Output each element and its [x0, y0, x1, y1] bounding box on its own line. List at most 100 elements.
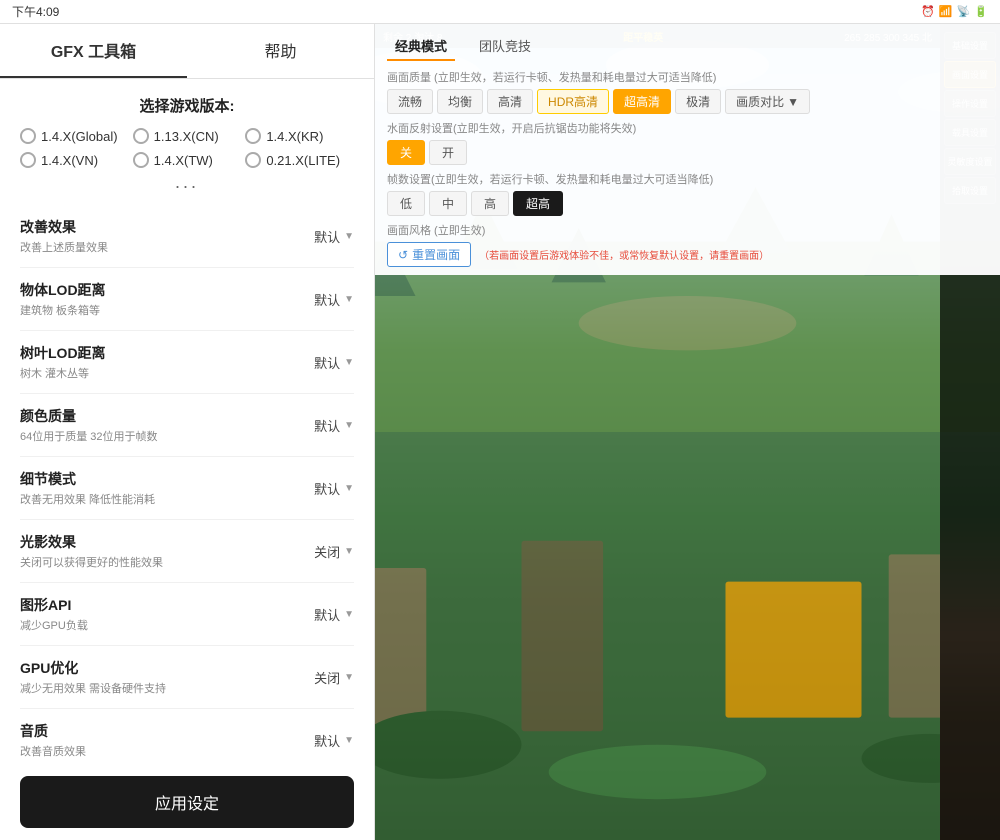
radio-kr: [245, 128, 261, 144]
setting-desc-audio: 改善音质效果: [20, 743, 314, 759]
settings-list: 改善效果 改善上述质量效果 默认 ▼ 物体LOD距离 建筑物 板条箱等 默认 ▼: [0, 205, 374, 764]
alarm-icon: ⏰: [921, 5, 935, 18]
version-option-3[interactable]: 1.4.X(VN): [20, 152, 129, 168]
setting-item-audio: 音质 改善音质效果 默认 ▼: [20, 709, 354, 764]
version-option-0[interactable]: 1.4.X(Global): [20, 128, 129, 144]
setting-value-graphics-api: 默认: [314, 605, 340, 624]
quality-btn-smooth[interactable]: 流畅: [387, 89, 433, 114]
dropdown-arrow-lod-object: ▼: [344, 294, 354, 305]
radio-tw: [133, 152, 149, 168]
version-option-1[interactable]: 1.13.X(CN): [133, 128, 242, 144]
setting-item-color-quality: 颜色质量 64位用于质量 32位用于帧数 默认 ▼: [20, 394, 354, 457]
setting-control-shadow[interactable]: 关闭 ▼: [314, 542, 354, 561]
quality-btn-extreme[interactable]: 极清: [675, 89, 721, 114]
setting-control-gpu-optimize[interactable]: 关闭 ▼: [314, 668, 354, 687]
reset-screen-button[interactable]: ↺ 重置画面: [387, 242, 471, 267]
setting-info-lod-leaf: 树叶LOD距离 树木 灌木丛等: [20, 343, 314, 381]
setting-item-detail-mode: 细节模式 改善无用效果 降低性能消耗 默认 ▼: [20, 457, 354, 520]
water-toggle-off[interactable]: 关: [387, 140, 425, 165]
version-title: 选择游戏版本:: [20, 95, 354, 116]
fps-btn-mid[interactable]: 中: [429, 191, 467, 216]
water-reflection-section: 水面反射设置(立即生效，开启后抗锯齿功能将失效) 关 开: [387, 120, 988, 165]
version-dots: ...: [20, 168, 354, 197]
setting-control-lod-leaf[interactable]: 默认 ▼: [314, 353, 354, 372]
version-option-2[interactable]: 1.4.X(KR): [245, 128, 354, 144]
water-label: 水面反射设置(立即生效，开启后抗锯齿功能将失效): [387, 120, 988, 136]
game-bottom-background: [375, 432, 940, 840]
version-label-5: 0.21.X(LITE): [266, 153, 340, 168]
tab-gfx-toolbox[interactable]: GFX 工具箱: [0, 24, 187, 78]
setting-desc-detail-mode: 改善无用效果 降低性能消耗: [20, 491, 314, 507]
setting-name-graphics-api: 图形API: [20, 595, 314, 615]
setting-info-shadow: 光影效果 关闭可以获得更好的性能效果: [20, 532, 314, 570]
setting-value-improve: 默认: [314, 227, 340, 246]
setting-control-detail-mode[interactable]: 默认 ▼: [314, 479, 354, 498]
setting-name-gpu-optimize: GPU优化: [20, 658, 314, 678]
apply-btn-wrapper: 应用设定: [0, 764, 374, 840]
quality-buttons: 流畅 均衡 高清 HDR高清 超高清 极清 画质对比 ▼: [387, 89, 988, 114]
mode-tab-classic[interactable]: 经典模式: [387, 32, 455, 61]
quality-btn-hd[interactable]: 高清: [487, 89, 533, 114]
setting-name-detail-mode: 细节模式: [20, 469, 314, 489]
apply-settings-button[interactable]: 应用设定: [20, 776, 354, 828]
quality-btn-compare[interactable]: 画质对比 ▼: [725, 89, 810, 114]
setting-desc-shadow: 关闭可以获得更好的性能效果: [20, 554, 314, 570]
version-option-4[interactable]: 1.4.X(TW): [133, 152, 242, 168]
gfx-overlay: 经典模式 团队竞技 画面质量 (立即生效，若运行卡顿、发热量和耗电量过大可适当降…: [375, 24, 1000, 275]
dropdown-arrow-improve: ▼: [344, 231, 354, 242]
radio-lite: [245, 152, 261, 168]
status-icons: ⏰ 📶 📡 🔋: [921, 5, 988, 18]
setting-control-graphics-api[interactable]: 默认 ▼: [314, 605, 354, 624]
version-label-2: 1.4.X(KR): [266, 129, 323, 144]
reset-row: ↺ 重置画面 （若画面设置后游戏体验不佳，或常恢复默认设置，请重置画面）: [387, 242, 988, 267]
fps-btn-low[interactable]: 低: [387, 191, 425, 216]
left-panel: GFX 工具箱 帮助 选择游戏版本: 1.4.X(Global) 1.13.X(…: [0, 24, 375, 840]
setting-name-improve: 改善效果: [20, 217, 314, 237]
style-section: 画面风格 (立即生效): [387, 222, 988, 238]
setting-control-audio[interactable]: 默认 ▼: [314, 731, 354, 750]
setting-control-improve[interactable]: 默认 ▼: [314, 227, 354, 246]
setting-item-improve: 改善效果 改善上述质量效果 默认 ▼: [20, 205, 354, 268]
setting-value-lod-leaf: 默认: [314, 353, 340, 372]
tab-help[interactable]: 帮助: [187, 24, 374, 78]
status-time: 下午4:09: [12, 3, 59, 20]
mode-tabs: 经典模式 团队竞技: [387, 32, 988, 61]
version-label-1: 1.13.X(CN): [154, 129, 219, 144]
water-toggle-on[interactable]: 开: [429, 140, 467, 165]
setting-info-gpu-optimize: GPU优化 减少无用效果 需设备硬件支持: [20, 658, 314, 696]
setting-info-lod-object: 物体LOD距离 建筑物 板条箱等: [20, 280, 314, 318]
radio-vn: [20, 152, 36, 168]
quality-btn-ultra[interactable]: 超高清: [613, 89, 671, 114]
setting-control-lod-object[interactable]: 默认 ▼: [314, 290, 354, 309]
setting-name-color-quality: 颜色质量: [20, 406, 314, 426]
setting-item-shadow: 光影效果 关闭可以获得更好的性能效果 关闭 ▼: [20, 520, 354, 583]
setting-control-color-quality[interactable]: 默认 ▼: [314, 416, 354, 435]
setting-desc-color-quality: 64位用于质量 32位用于帧数: [20, 428, 314, 444]
setting-item-lod-leaf: 树叶LOD距离 树木 灌木丛等 默认 ▼: [20, 331, 354, 394]
setting-item-lod-object: 物体LOD距离 建筑物 板条箱等 默认 ▼: [20, 268, 354, 331]
quality-btn-hdr[interactable]: HDR高清: [537, 89, 609, 114]
compare-dropdown-icon: ▼: [787, 95, 799, 109]
wifi-icon: 📡: [957, 5, 971, 18]
setting-name-shadow: 光影效果: [20, 532, 314, 552]
dropdown-arrow-graphics-api: ▼: [344, 609, 354, 620]
setting-item-graphics-api: 图形API 减少GPU负载 默认 ▼: [20, 583, 354, 646]
right-panel: 经典模式 团队竞技 画面质量 (立即生效，若运行卡顿、发热量和耗电量过大可适当降…: [375, 24, 1000, 840]
dropdown-arrow-audio: ▼: [344, 735, 354, 746]
setting-info-audio: 音质 改善音质效果: [20, 721, 314, 759]
version-label-3: 1.4.X(VN): [41, 153, 98, 168]
setting-name-audio: 音质: [20, 721, 314, 741]
fps-btn-high[interactable]: 高: [471, 191, 509, 216]
setting-desc-graphics-api: 减少GPU负载: [20, 617, 314, 633]
setting-info-graphics-api: 图形API 减少GPU负载: [20, 595, 314, 633]
setting-value-audio: 默认: [314, 731, 340, 750]
status-bar: 下午4:09 ⏰ 📶 📡 🔋: [0, 0, 1000, 24]
setting-item-gpu-optimize: GPU优化 减少无用效果 需设备硬件支持 关闭 ▼: [20, 646, 354, 709]
mode-tab-team[interactable]: 团队竞技: [471, 32, 539, 61]
signal-icon: 📶: [939, 5, 953, 18]
version-option-5[interactable]: 0.21.X(LITE): [245, 152, 354, 168]
version-label-0: 1.4.X(Global): [41, 129, 118, 144]
quality-btn-balance[interactable]: 均衡: [437, 89, 483, 114]
fps-btn-ultra[interactable]: 超高: [513, 191, 563, 216]
setting-desc-gpu-optimize: 减少无用效果 需设备硬件支持: [20, 680, 314, 696]
